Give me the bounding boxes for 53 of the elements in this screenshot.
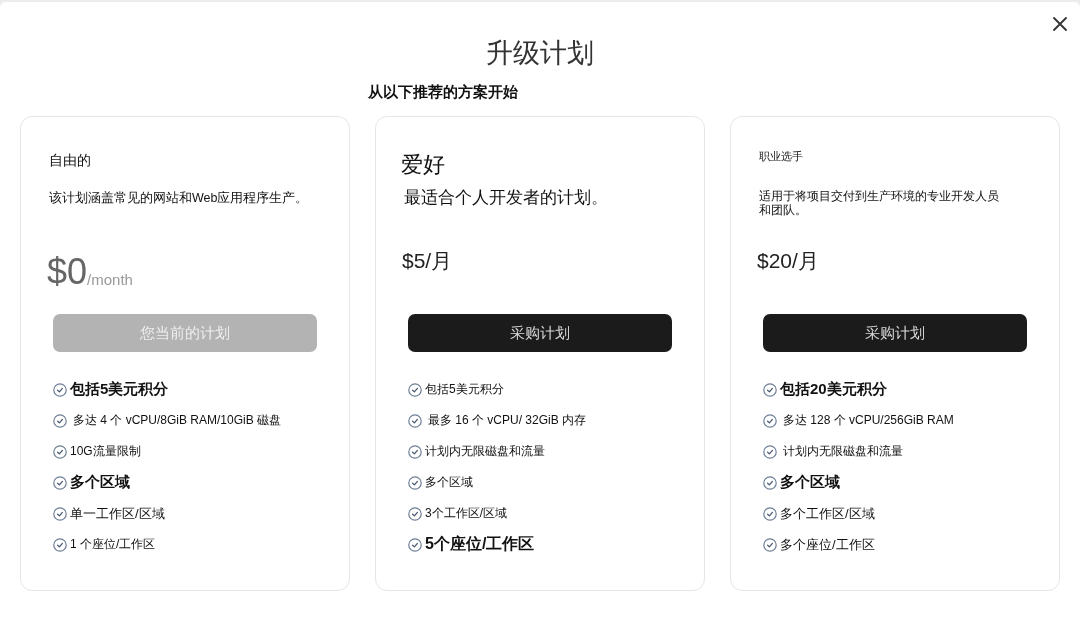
feature-text: 包括5美元积分 xyxy=(425,381,504,398)
feature-text: 包括20美元积分 xyxy=(780,380,887,399)
check-circle-icon xyxy=(763,444,777,459)
check-circle-icon xyxy=(53,537,67,552)
feature-text: 多个工作区/区域 xyxy=(780,504,875,523)
check-circle-icon xyxy=(53,413,67,428)
feature-text: 计划内无限磁盘和流量 xyxy=(425,443,545,460)
feature-text: 多达 128 个 vCPU/256GiB RAM xyxy=(783,412,954,429)
plan-name: 爱好 xyxy=(401,151,445,179)
plan-name: 自由的 xyxy=(49,151,91,170)
check-circle-icon xyxy=(408,444,422,459)
plan-description: 适用于将项目交付到生产环境的专业开发人员和团队。 xyxy=(759,189,999,217)
check-circle-icon xyxy=(408,506,422,521)
check-circle-icon xyxy=(763,475,777,490)
purchase-plan-button[interactable]: 采购计划 xyxy=(408,314,672,352)
feature-text: 多个区域 xyxy=(780,473,840,492)
check-circle-icon xyxy=(408,382,422,397)
feature-text: 包括5美元积分 xyxy=(70,380,169,399)
plan-description: 该计划涵盖常见的网站和Web应用程序生产。 xyxy=(49,190,309,207)
check-circle-icon xyxy=(763,506,777,521)
feature-text: 5个座位/工作区 xyxy=(425,534,535,554)
check-circle-icon xyxy=(53,382,67,397)
feature-text: 10G流量限制 xyxy=(70,443,141,460)
price-unit: /month xyxy=(87,271,133,290)
feature-text: 计划内无限磁盘和流量 xyxy=(783,443,903,460)
feature-text: 多达 4 个 vCPU/8GiB RAM/10GiB 磁盘 xyxy=(73,412,282,429)
plan-price: $0 xyxy=(47,250,88,294)
current-plan-button: 您当前的计划 xyxy=(53,314,317,352)
check-circle-icon xyxy=(53,506,67,521)
close-icon xyxy=(1053,17,1067,31)
check-circle-icon xyxy=(763,537,777,552)
dialog-title: 升级计划 xyxy=(486,37,594,70)
check-circle-icon xyxy=(53,475,67,490)
check-circle-icon xyxy=(408,413,422,428)
purchase-plan-button[interactable]: 采购计划 xyxy=(763,314,1027,352)
feature-text: 多个座位/工作区 xyxy=(780,535,875,554)
check-circle-icon xyxy=(763,382,777,397)
check-circle-icon xyxy=(53,444,67,459)
feature-text: 单一工作区/区域 xyxy=(70,504,165,523)
close-button[interactable] xyxy=(1053,17,1067,31)
check-circle-icon xyxy=(408,537,422,552)
plan-price: $5/月 xyxy=(402,248,453,274)
plan-description: 最适合个人开发者的计划。 xyxy=(404,187,608,209)
check-circle-icon xyxy=(763,413,777,428)
feature-text: 多个区域 xyxy=(425,474,473,491)
feature-text: 多个区域 xyxy=(70,473,130,492)
dialog-subtitle: 从以下推荐的方案开始 xyxy=(368,83,518,100)
plan-price: $20/月 xyxy=(757,248,819,274)
feature-text: 1 个座位/工作区 xyxy=(70,536,156,553)
feature-text: 最多 16 个 vCPU/ 32GiB 内存 xyxy=(428,412,587,429)
check-circle-icon xyxy=(408,475,422,490)
feature-text: 3个工作区/区域 xyxy=(425,505,507,522)
plan-name: 职业选手 xyxy=(759,149,803,164)
